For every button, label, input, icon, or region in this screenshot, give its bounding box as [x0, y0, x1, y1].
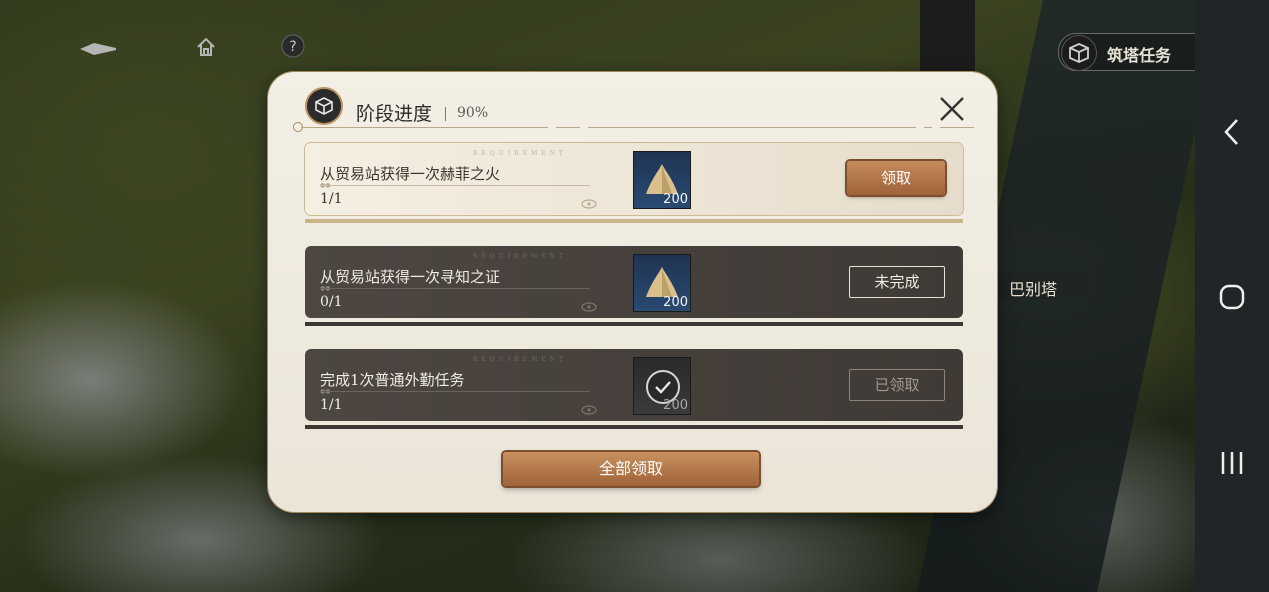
- sand-mound-icon: [646, 164, 678, 194]
- incomplete-status-button: 未完成: [849, 266, 945, 298]
- modal-title: 阶段进度: [356, 103, 433, 125]
- nav-recents-icon[interactable]: [1195, 450, 1269, 480]
- task-divider: [320, 185, 590, 186]
- home-icon[interactable]: [196, 37, 216, 61]
- eye-icon[interactable]: [581, 400, 597, 419]
- babel-tower-location-label[interactable]: 巴别塔: [995, 273, 1095, 299]
- requirement-tag: REQUIREMENT: [473, 253, 567, 260]
- back-arrow-icon[interactable]: [80, 40, 116, 59]
- card-underline: [305, 219, 963, 223]
- reward-quantity: 200: [663, 295, 688, 310]
- header-divider: [940, 127, 974, 128]
- card-underline: [305, 425, 963, 429]
- task-card: REQUIREMENT 从贸易站获得一次赫菲之火 ●● 1/1 200 领取: [305, 143, 963, 223]
- eye-icon[interactable]: [581, 297, 597, 316]
- build-tower-task-button[interactable]: 筑塔任务: [1058, 33, 1196, 71]
- box-icon: [1061, 35, 1097, 71]
- reward-quantity: 200: [663, 398, 688, 413]
- close-icon[interactable]: [938, 95, 966, 123]
- reward-item[interactable]: 200: [633, 254, 691, 312]
- location-label-text: 巴别塔: [1009, 280, 1058, 299]
- claimed-status-button: 已领取: [849, 369, 945, 401]
- sand-mound-icon: [646, 267, 678, 297]
- task-divider: [320, 288, 590, 289]
- nav-home-icon[interactable]: [1195, 284, 1269, 314]
- header-divider: [556, 127, 580, 128]
- task-title: 从贸易站获得一次赫菲之火: [320, 165, 501, 183]
- system-nav-bar: [1195, 0, 1269, 592]
- requirement-tag: REQUIREMENT: [473, 150, 567, 157]
- requirement-tag: REQUIREMENT: [473, 356, 567, 363]
- task-card: REQUIREMENT 从贸易站获得一次寻知之证 ●● 0/1 200 未完成: [305, 246, 963, 326]
- eye-icon[interactable]: [581, 194, 597, 213]
- task-progress: 1/1: [320, 397, 343, 413]
- task-title: 从贸易站获得一次寻知之证: [320, 268, 501, 286]
- task-card: REQUIREMENT 完成1次普通外勤任务 ●● 1/1 200 已领取: [305, 349, 963, 429]
- header-divider: [588, 127, 916, 128]
- task-divider: [320, 391, 590, 392]
- reward-item[interactable]: 200: [633, 151, 691, 209]
- progress-percent: 90%: [457, 105, 489, 121]
- task-progress: 0/1: [320, 294, 343, 310]
- header-divider: [301, 127, 548, 128]
- svg-text:?: ?: [289, 39, 296, 55]
- task-progress: 1/1: [320, 191, 343, 207]
- stage-progress-modal: 阶段进度 90% REQUIREMENT 从贸易站获得一次赫菲之火 ●● 1/1…: [268, 72, 997, 512]
- help-icon[interactable]: ?: [281, 34, 305, 62]
- claim-button[interactable]: 领取: [847, 161, 945, 195]
- task-title: 完成1次普通外勤任务: [320, 371, 465, 389]
- header-divider: [924, 127, 932, 128]
- claim-all-button[interactable]: 全部领取: [503, 452, 759, 486]
- task-badge-label: 筑塔任务: [1107, 46, 1172, 65]
- reward-item[interactable]: 200: [633, 357, 691, 415]
- reward-quantity: 200: [663, 192, 688, 207]
- box-icon: [305, 87, 343, 125]
- card-underline: [305, 322, 963, 326]
- title-separator: [445, 107, 446, 121]
- nav-back-icon[interactable]: [1195, 118, 1269, 150]
